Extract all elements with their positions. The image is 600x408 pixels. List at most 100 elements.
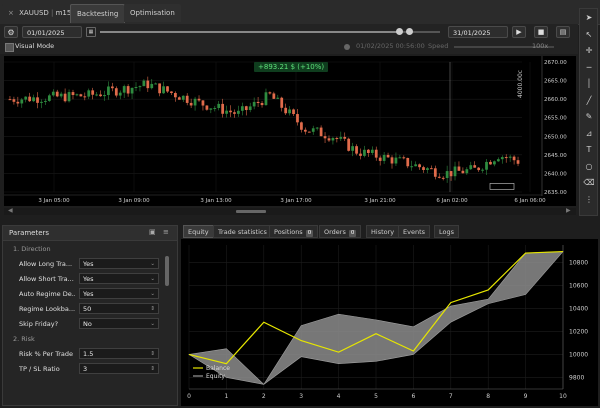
param-label: Regime Lookba... <box>19 305 75 313</box>
tab-logs[interactable]: Logs <box>434 225 459 238</box>
candle <box>331 138 335 141</box>
param-value-field[interactable]: 50 ⇕ <box>79 303 159 314</box>
eraser-icon[interactable]: ⌫ <box>583 177 595 189</box>
candle <box>303 129 307 132</box>
candle <box>323 136 327 139</box>
candle <box>55 91 59 97</box>
candle <box>166 86 169 92</box>
arrow-icon[interactable]: ↖ <box>583 29 595 41</box>
candle <box>288 109 291 114</box>
price-chart[interactable]: 2670.00 2665.00 2660.00 2655.00 2650.00 2645.… <box>4 56 576 206</box>
scrollbar-thumb[interactable] <box>236 210 266 213</box>
equity-chart[interactable]: 9800 10000 10200 10400 10600 10800 0 1 2 3 4 5 6 7 8 9 1… <box>181 239 598 406</box>
visual-mode-checkbox[interactable] <box>5 43 14 52</box>
legend-balance-label: Balance <box>206 365 230 372</box>
stepper-icon[interactable]: ⇕ <box>150 349 155 360</box>
scroll-left-icon[interactable]: ◀ <box>8 207 13 214</box>
tab-history[interactable]: History <box>366 225 400 238</box>
param-section-title[interactable]: 2. Risk <box>13 335 35 343</box>
tab-optimisation[interactable]: Optimisation <box>124 4 181 22</box>
candle <box>174 92 177 98</box>
pen-icon[interactable]: ✎ <box>583 111 595 123</box>
y-tick-label: 2660.00 <box>544 97 567 103</box>
tab-orders[interactable]: Orders 0 <box>319 225 362 238</box>
chevron-down-icon[interactable]: ⌄ <box>150 274 155 285</box>
param-value-field[interactable]: Yes ⌄ <box>79 258 159 269</box>
candle <box>252 101 256 107</box>
trendline-icon[interactable]: ╱ <box>583 95 595 107</box>
calendar-icon[interactable]: ▦ <box>86 27 96 37</box>
timeline-slider[interactable] <box>100 28 440 35</box>
tab-equity[interactable]: Equity <box>183 225 214 238</box>
hline-icon[interactable]: ─ <box>583 62 595 74</box>
timeframe-label: m15 <box>55 9 72 17</box>
candle <box>296 114 299 123</box>
save-icon[interactable]: ▣ <box>149 228 156 236</box>
text-icon[interactable]: T <box>583 144 595 156</box>
chart-horizontal-scrollbar[interactable]: ◀ ▶ <box>4 207 576 215</box>
visual-time-handle[interactable] <box>344 44 350 50</box>
time-marker[interactable] <box>489 183 515 190</box>
equity-x-tick: 7 <box>449 393 453 400</box>
param-value-field[interactable]: Yes ⌄ <box>79 273 159 284</box>
ruler-icon[interactable]: ⊿ <box>583 128 595 140</box>
candle <box>386 154 390 158</box>
candle <box>197 98 201 101</box>
chevron-down-icon[interactable]: ⌄ <box>150 259 155 270</box>
param-section-title[interactable]: 1. Direction <box>13 245 51 253</box>
report-button[interactable]: ▤ <box>556 26 570 38</box>
symbol-tab[interactable]: × XAUUSD | m15 <box>2 4 78 22</box>
stepper-icon[interactable]: ⇕ <box>150 304 155 315</box>
chevron-down-icon[interactable]: ⌄ <box>150 289 155 300</box>
candle <box>217 103 221 108</box>
circle-icon[interactable]: ○ <box>583 161 595 173</box>
tab-positions[interactable]: Positions 0 <box>269 225 319 238</box>
cursor-icon[interactable]: ➤ <box>583 12 595 24</box>
stepper-icon[interactable]: ⇕ <box>150 364 155 375</box>
vline-icon[interactable]: │ <box>583 78 595 90</box>
tab-trade-statistics[interactable]: Trade statistics <box>213 225 272 238</box>
scroll-right-icon[interactable]: ▶ <box>566 207 571 214</box>
stop-button[interactable]: ■ <box>534 26 548 38</box>
candle <box>209 108 213 110</box>
more-icon[interactable]: ⋮ <box>583 194 595 206</box>
tab-backtesting[interactable]: Backtesting <box>70 4 126 23</box>
candle <box>205 105 209 110</box>
param-value-field[interactable]: 3 ⇕ <box>79 363 159 374</box>
gear-icon: ⚙ <box>7 28 15 37</box>
play-button[interactable]: ▶ <box>512 26 526 38</box>
end-date-field[interactable]: 31/01/2025 <box>448 26 508 38</box>
visual-mode-bar: Visual Mode 01/02/2025 00:56:00 Speed 10… <box>0 40 578 54</box>
param-value-field[interactable]: 1.5 ⇕ <box>79 348 159 359</box>
parameters-scrollbar[interactable] <box>165 256 169 286</box>
chevron-down-icon[interactable]: ⌄ <box>150 319 155 330</box>
candle <box>366 149 370 153</box>
param-value-field[interactable]: Yes ⌄ <box>79 288 159 299</box>
equity-x-tick: 0 <box>187 393 191 400</box>
settings-button[interactable]: ⚙ <box>4 26 18 38</box>
param-value: 50 <box>83 305 92 313</box>
candle <box>315 127 319 129</box>
parameters-list: 1. Direction Allow Long Tra... Yes ⌄ Allow S… <box>3 240 177 406</box>
param-value-field[interactable]: No ⌄ <box>79 318 159 329</box>
close-icon[interactable]: × <box>8 9 14 17</box>
tab-events[interactable]: Events <box>398 225 431 238</box>
candle <box>268 92 272 94</box>
menu-icon[interactable]: ≡ <box>163 228 169 236</box>
param-value: Yes <box>83 275 94 283</box>
candle <box>433 168 437 177</box>
equity-y-tick: 9800 <box>569 374 584 381</box>
timeline-handle-end[interactable] <box>406 28 413 35</box>
candle <box>311 128 315 132</box>
crosshair-icon[interactable]: ✛ <box>583 45 595 57</box>
candle <box>59 93 63 97</box>
param-label: Risk % Per Trade <box>19 350 74 358</box>
y-tick-label: 2650.00 <box>544 134 567 140</box>
candle <box>504 157 508 159</box>
results-tab-bar: Equity Trade statistics Positions 0 Orders 0 H… <box>181 225 598 239</box>
count-badge: 0 <box>348 230 357 237</box>
param-label: TP / SL Ratio <box>19 365 60 373</box>
candle <box>430 168 433 170</box>
start-date-field[interactable]: 01/01/2025 <box>22 26 82 38</box>
timeline-handle-start[interactable] <box>396 28 403 35</box>
